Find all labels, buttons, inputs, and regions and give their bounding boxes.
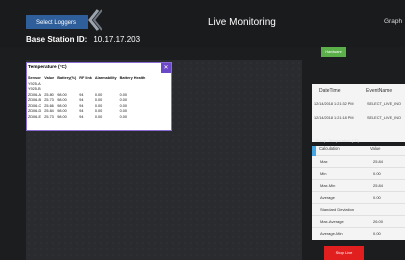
collapse-panel-tab[interactable] [312,146,316,156]
column-header: Battery Health [119,75,146,80]
stop-live-button[interactable]: Stop Live [324,246,364,260]
event-row-datetime: 12/14/2018 1:21:18 PM [314,116,354,120]
stats-row: Average-Min 0.00 [312,227,405,240]
tab-graph[interactable]: Graph [384,18,402,25]
stats-label: Standard Deviation [320,207,355,212]
table-cell: 0.00 [119,114,128,119]
monitoring-canvas: Temperature (°C) ✕ Sensor Value Battery(… [26,60,302,260]
event-log-panel: DateTime EventName 12/14/2018 1:21:32 PM… [312,84,405,142]
column-header: Sensor [28,75,41,80]
stats-header-calculation: Calculation [319,146,340,151]
event-header-eventname: EventName [366,88,393,94]
stats-value: 0.00 [373,231,381,236]
base-station-value: 10.17.17.203 [93,35,141,44]
stats-label: Max-Average [320,219,344,224]
stats-value: 25.84 [373,183,384,188]
table-cell: 0.00 [94,114,103,119]
select-loggers-button[interactable]: Select Loggers [26,15,88,29]
stats-header-value: Value [370,146,381,151]
event-row-datetime: 12/14/2018 1:21:32 PM [314,102,354,106]
sensor-table: Sensor Value Battery(%) RF link Alarmabi… [28,74,148,120]
column-header: Alarmability [94,75,117,80]
sensor-table-card[interactable]: Temperature (°C) ✕ Sensor Value Battery(… [26,62,172,131]
stats-label: Average-Min [320,231,343,236]
stats-group-label: Group: Temperature (°C) [315,138,359,143]
table-cell: 25.73 [44,114,54,119]
stats-label: Max [320,159,328,164]
table-cell: 94 [79,114,84,119]
table-row: ZD06-E 25.73 98.00 94 0.00 0.00 [28,114,148,120]
event-row-name: SELECT_LIVE_INO [367,116,401,120]
stats-value: 0.00 [373,195,381,200]
column-header: Value [44,75,55,80]
statistics-panel: Group: Temperature (°C) Calculation Valu… [312,138,405,240]
page-title: Live Monitoring [208,17,276,28]
top-bar: Select Loggers Live Monitoring Graph Bas… [0,0,405,47]
column-header: RF link [79,75,92,80]
sensor-table-header: Sensor Value Battery(%) RF link Alarmabi… [28,74,148,81]
stats-label: Average [320,195,335,200]
table-cell: ZD06-E [28,114,42,119]
stats-value: 0.00 [373,171,381,176]
event-row-name: SELECT_LIVE_INO [367,102,401,106]
stats-label: Max-Min [320,183,336,188]
base-station-id: Base Station ID: 10.17.17.203 [26,35,140,44]
event-header-datetime: DateTime [319,88,341,94]
hardware-button[interactable]: Hardware [321,47,346,57]
stats-label: Min [320,171,327,176]
column-header: Battery(%) [57,75,77,80]
base-station-label: Base Station ID: [26,35,88,44]
close-icon[interactable]: ✕ [161,63,171,73]
stats-value: 25.84 [373,159,384,164]
sensor-table-title: Temperature (°C) [28,65,67,70]
stats-value: 26.00 [373,219,384,224]
table-cell: 98.00 [57,114,67,119]
